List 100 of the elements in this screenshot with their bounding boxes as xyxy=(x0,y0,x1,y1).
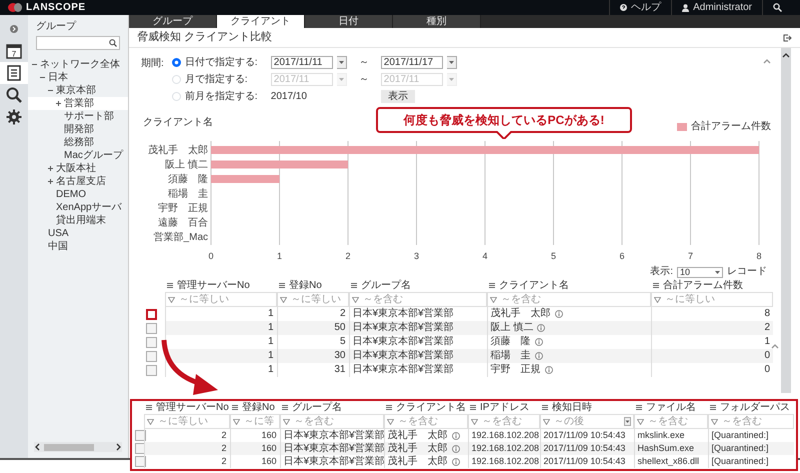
tab[interactable]: クライアント xyxy=(217,15,305,28)
sort-icon[interactable] xyxy=(489,283,495,288)
column-header[interactable]: 検知日時 xyxy=(552,402,592,414)
page-size-select[interactable]: 10 xyxy=(677,266,723,278)
scrollbar[interactable] xyxy=(781,48,791,393)
info-icon[interactable] xyxy=(452,458,460,466)
collapse-icon[interactable] xyxy=(40,75,45,80)
user-name[interactable]: Administrator xyxy=(693,2,752,14)
tree-item[interactable]: サポート部 xyxy=(64,110,114,122)
tree-item[interactable]: Macグループ xyxy=(64,150,123,162)
filter-field[interactable]: ～の後 xyxy=(540,414,634,429)
column-header[interactable]: 管理サーバーNo xyxy=(156,402,229,414)
tree-item[interactable]: USA xyxy=(48,228,69,240)
info-icon[interactable] xyxy=(537,324,546,332)
sort-icon[interactable] xyxy=(232,405,238,410)
column-header[interactable]: 登録No xyxy=(289,280,322,292)
tree-item[interactable]: 貸出用端末 xyxy=(56,214,106,226)
filter-input[interactable]: ～を含む xyxy=(482,415,537,428)
filter-input[interactable]: ～に等しい xyxy=(179,293,274,306)
radio-button[interactable] xyxy=(172,58,181,67)
filter-input[interactable]: ～に等しい xyxy=(665,293,770,306)
search-icon[interactable] xyxy=(773,3,782,12)
filter-input[interactable]: ～を含む xyxy=(398,415,465,428)
info-icon[interactable] xyxy=(452,444,460,452)
filter-field[interactable]: ～を含む xyxy=(468,414,540,429)
dropdown-button[interactable] xyxy=(624,417,631,426)
tree-item[interactable]: 開発部 xyxy=(64,124,94,136)
chevron-left-icon[interactable] xyxy=(34,443,40,451)
filter-input[interactable]: ～を含む xyxy=(294,415,381,428)
dropdown-button[interactable] xyxy=(336,56,347,69)
filter-field[interactable]: ～を含む xyxy=(708,414,794,429)
tree-item[interactable]: 東京本部 xyxy=(56,84,96,96)
filter-input[interactable]: ～を含む xyxy=(501,293,648,306)
filter-input[interactable]: ～に等しい xyxy=(158,415,227,428)
column-header[interactable]: クライアント名 xyxy=(499,280,569,292)
filter-field[interactable]: ～を含む xyxy=(384,414,468,429)
help-icon[interactable] xyxy=(620,4,628,11)
sort-icon[interactable] xyxy=(470,405,476,410)
info-icon[interactable] xyxy=(544,366,552,374)
settings-icon[interactable] xyxy=(6,109,22,125)
tree-item[interactable]: 日本 xyxy=(48,72,68,84)
column-header[interactable]: フォルダーパス xyxy=(720,402,790,414)
filter-input[interactable]: ～を含む xyxy=(722,415,791,428)
tree-item[interactable]: 総務部 xyxy=(64,136,94,148)
filter-input[interactable]: ～に等 xyxy=(244,415,277,428)
scrollbar[interactable] xyxy=(34,442,122,452)
column-header[interactable]: 合計アラーム件数 xyxy=(663,280,743,292)
tree-item[interactable]: ネットワーク全体 xyxy=(40,58,120,70)
chevron-right-icon[interactable] xyxy=(116,443,122,451)
tree-item[interactable]: 名古屋支店 xyxy=(56,176,106,188)
chevron-up-icon[interactable] xyxy=(782,52,790,58)
sort-icon[interactable] xyxy=(636,405,642,410)
filter-input[interactable]: ～に等しい xyxy=(291,293,346,306)
expand-icon[interactable] xyxy=(10,25,18,33)
filter-field[interactable]: ～に等しい xyxy=(651,292,773,307)
sort-icon[interactable] xyxy=(710,405,716,410)
show-button[interactable]: 表示 xyxy=(380,90,415,103)
tab[interactable]: 日付 xyxy=(305,15,393,28)
help-link[interactable]: ヘルプ xyxy=(631,2,662,14)
filter-field[interactable]: ～に等しい xyxy=(144,414,230,429)
filter-field[interactable]: ～を含む xyxy=(634,414,708,429)
tree-item[interactable]: XenAppサーバ xyxy=(56,202,122,214)
column-header[interactable]: グループ名 xyxy=(292,402,342,414)
column-header[interactable]: クライアント名 xyxy=(396,402,466,414)
dropdown-button[interactable] xyxy=(446,56,457,69)
filter-field[interactable]: ～を含む xyxy=(487,292,651,307)
sort-icon[interactable] xyxy=(282,405,288,410)
tree-item[interactable]: 中国 xyxy=(48,240,68,252)
sort-icon[interactable] xyxy=(351,283,357,288)
collapse-icon[interactable] xyxy=(48,88,53,93)
sort-icon[interactable] xyxy=(279,283,285,288)
filter-input[interactable]: ～を含む xyxy=(363,293,484,306)
filter-field[interactable]: ～に等しい xyxy=(277,292,349,307)
filter-field[interactable]: ～を含む xyxy=(349,292,487,307)
export-icon[interactable] xyxy=(783,34,792,42)
filter-input[interactable]: ～の後 xyxy=(554,415,620,428)
tab[interactable]: グループ xyxy=(129,15,217,28)
filter-field[interactable]: ～を含む xyxy=(280,414,384,429)
search-icon[interactable] xyxy=(109,39,117,47)
row-detail-icon[interactable] xyxy=(146,308,157,320)
sort-icon[interactable] xyxy=(386,405,392,410)
filter-input[interactable]: ～を含む xyxy=(648,415,705,428)
sort-icon[interactable] xyxy=(146,405,152,410)
sort-icon[interactable] xyxy=(167,283,173,288)
filter-field[interactable]: ～に等しい xyxy=(165,292,277,307)
expand-icon[interactable] xyxy=(56,101,61,106)
column-header[interactable]: IPアドレス xyxy=(480,402,530,414)
expand-icon[interactable] xyxy=(48,179,53,184)
calendar-icon[interactable]: 7 xyxy=(6,43,22,59)
search-field[interactable] xyxy=(36,36,120,50)
info-icon[interactable] xyxy=(452,432,460,440)
filter-field[interactable]: ～に等 xyxy=(230,414,280,429)
tree-item[interactable]: 大阪本社 xyxy=(56,162,96,174)
column-header[interactable]: グループ名 xyxy=(361,280,411,292)
sort-icon[interactable] xyxy=(653,283,659,288)
info-icon[interactable] xyxy=(534,352,542,360)
column-header[interactable]: 登録No xyxy=(242,402,275,414)
tree-item[interactable]: DEMO xyxy=(56,188,86,200)
column-header[interactable]: 管理サーバーNo xyxy=(177,280,250,292)
date-field[interactable]: 2017/11/17 xyxy=(380,56,443,69)
